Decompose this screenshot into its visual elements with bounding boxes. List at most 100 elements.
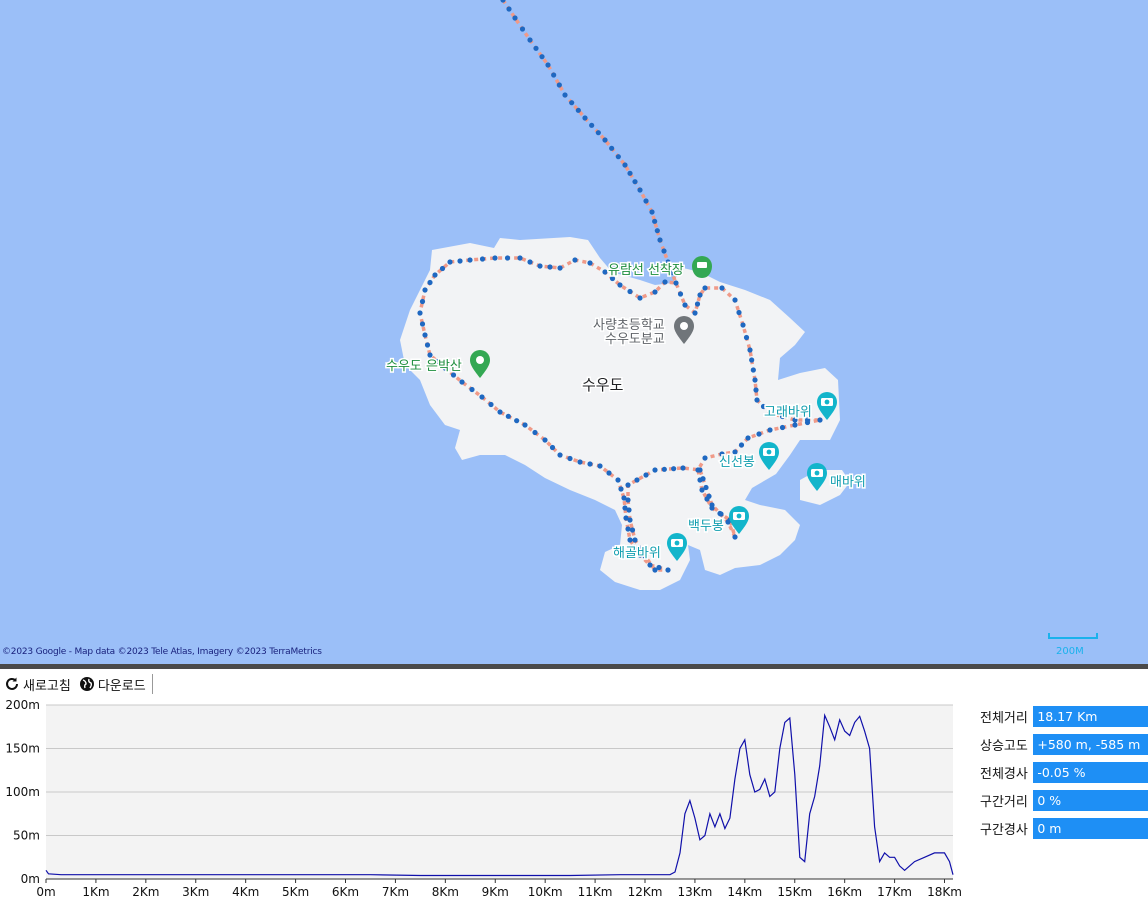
track-point [427,352,433,358]
map-view[interactable]: 유람선 선착장 사량초등학교 수우도분교 수우도 은박산 수우도 고래바위 신선봉… [0,0,1148,664]
track-point [677,291,684,297]
x-tick-label: 6Km [332,885,359,899]
map-canvas[interactable]: 유람선 선착장 사량초등학교 수우도분교 수우도 은박산 수우도 고래바위신선봉… [0,0,1148,664]
x-tick-label: 17Km [877,885,912,899]
track-point [750,367,756,373]
download-button[interactable]: 다운로드 [75,673,150,695]
track-point [427,279,433,286]
ferry-icon [697,262,707,268]
park-pin-icon [476,356,484,364]
track-point [652,218,658,224]
stat-value: +580 m, -585 m [1033,733,1148,755]
track-point [804,419,811,426]
track-point [527,259,533,265]
panel-divider[interactable] [0,664,1148,669]
track-point [622,505,628,511]
elevation-chart[interactable]: 0m 50m 100m 150m 200m 0m 1Km 2Km 3Km 4Km 5Km 6Km 7K… [0,698,965,913]
stat-segment-slope: 구간경사 0 m [978,814,1148,842]
island-label: 수우도 [582,376,624,394]
track-point [665,567,671,573]
poi-camera-label: 백두봉 [688,519,724,534]
track-point [662,279,668,285]
x-tick-label: 11Km [578,885,613,899]
track-point [602,269,608,275]
track-point [627,288,633,295]
track-point [632,537,638,543]
map-scale: 200M [1048,633,1100,661]
track-point [702,455,708,461]
track-point [738,442,745,448]
track-point [643,472,649,478]
track-point [732,449,738,455]
stat-label: 상승고도 [980,738,1028,754]
x-tick-label: 16Km [827,885,862,899]
track-point [629,527,636,533]
track-point [632,179,638,185]
track-point [702,285,708,291]
track-point [504,255,511,261]
refresh-button[interactable]: 새로고침 [0,673,75,695]
track-point [572,257,578,263]
track-point [549,444,556,451]
track-point [637,187,643,193]
track-point [545,62,551,68]
track-point [519,26,526,32]
track-point [617,282,623,288]
track-point [488,401,494,408]
track-point [767,427,773,433]
map-attribution[interactable]: ©2023 Google - Map data ©2023 Tele Atlas… [2,647,322,657]
poi-camera-label: 고래바위 [764,405,812,420]
track-point [562,92,568,98]
track-point [422,287,428,293]
stat-segment-distance: 구간거리 0 % [978,786,1148,814]
stat-label: 전체경사 [980,766,1028,782]
download-label: 다운로드 [97,678,146,694]
track-point [587,461,593,467]
track-point [522,422,528,428]
track-point [569,100,575,106]
camera-pin-icon [811,469,823,477]
track-point [740,322,746,328]
scale-label: 200M [1056,646,1084,657]
track-point [556,82,562,88]
x-tick-label: 9Km [482,885,509,899]
track-point [779,424,786,431]
track-point [589,122,595,128]
track-point [671,466,677,472]
y-tick-label: 150m [5,742,40,756]
track-point [652,289,658,295]
track-point [627,537,633,543]
track-point [643,198,649,204]
x-tick-label: 14Km [727,885,762,899]
track-point [539,54,545,60]
track-point [654,228,660,234]
y-tick-label: 0m [21,872,40,886]
track-point [656,564,662,571]
poi-ferry[interactable]: 유람선 선착장 [607,256,712,280]
track-point [673,280,679,286]
track-point [547,264,553,270]
stat-value: 0 m [1033,817,1148,839]
track-point [432,272,438,278]
toolbar: 새로고침 다운로드 [0,672,153,696]
x-tick-label: 1Km [82,885,109,899]
track-point [422,332,428,338]
track-point [424,342,431,348]
y-tick-label: 100m [5,785,40,799]
track-point [732,297,738,303]
track-point [606,470,612,476]
stat-label: 전체거리 [980,710,1028,726]
poi-camera-5[interactable]: 매바위 [807,463,867,492]
track-point [706,493,712,499]
track-point [622,162,628,168]
track-point [575,107,581,113]
track-point [747,347,753,353]
poi-camera-label: 해골바위 [613,546,661,561]
track-point [479,256,486,262]
track-point [719,285,725,291]
x-tick-label: 7Km [382,885,409,899]
y-tick-label: 50m [13,829,40,843]
track-point [527,37,533,43]
track-point [682,302,688,308]
track-point [694,301,701,307]
